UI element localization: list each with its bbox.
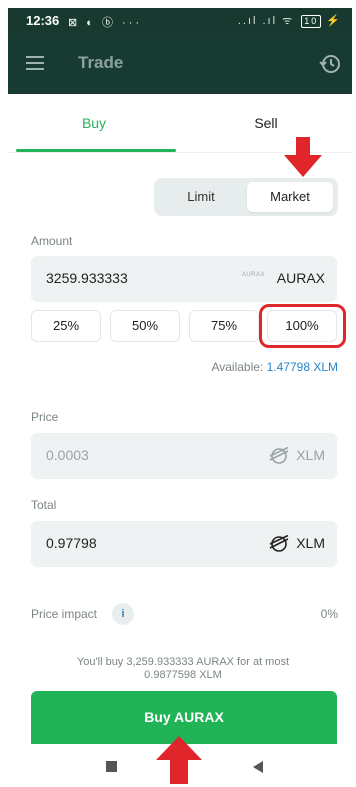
screenshot-frame: 12:36 ⊠ ◐ ⓑ ··· ..ıl .ıl ᯤ 10 ⚡ Trade Bu… — [0, 0, 356, 787]
status-bar: 12:36 ⊠ ◐ ⓑ ··· ..ıl .ıl ᯤ 10 ⚡ — [8, 8, 352, 34]
percent-75-button[interactable]: 75% — [189, 310, 259, 342]
total-unit: XLM — [296, 535, 325, 551]
trade-panel: Buy Sell Limit Market Amount 3259.933333… — [8, 94, 352, 744]
price-value: 0.0003 — [46, 447, 89, 463]
amount-label: Amount — [31, 234, 73, 248]
price-field: 0.0003 XLM — [31, 433, 337, 479]
annotation-arrow-up-icon — [156, 736, 202, 784]
annotation-arrow-down-icon — [284, 137, 322, 177]
recents-icon[interactable] — [106, 761, 117, 772]
percent-50-button[interactable]: 50% — [110, 310, 180, 342]
total-label: Total — [31, 498, 57, 512]
tab-sell[interactable]: Sell — [180, 94, 352, 152]
available-value: 1.47798 XLM — [266, 360, 338, 374]
stellar-icon — [269, 447, 289, 464]
available-balance: Available: 1.47798 XLM — [211, 360, 338, 374]
market-button[interactable]: Market — [247, 182, 333, 212]
total-field[interactable]: 0.97798 XLM — [31, 521, 337, 567]
amount-unit: AURAX — [276, 270, 325, 286]
app-header: Trade — [8, 34, 352, 94]
annotation-highlight — [259, 304, 346, 348]
amount-field[interactable]: 3259.933333 AURAX AURAX — [31, 256, 337, 302]
summary-line-2: 0.9877598 XLM — [144, 669, 222, 681]
hamburger-icon[interactable] — [26, 56, 44, 70]
price-impact-label: Price impact — [31, 607, 98, 621]
order-summary: You'll buy 3,259.933333 AURAX for at mos… — [48, 656, 318, 682]
limit-button[interactable]: Limit — [158, 182, 244, 212]
history-icon[interactable] — [318, 52, 342, 76]
tab-buy[interactable]: Buy — [8, 94, 180, 152]
order-type-toggle: Limit Market — [154, 178, 338, 216]
page-title: Trade — [78, 53, 124, 72]
signal-wifi-icons: ..ıl .ıl ᯤ — [237, 15, 295, 27]
charging-icon: ⚡ — [326, 15, 342, 27]
battery-icon: 10 — [301, 15, 322, 28]
price-impact-value: 0% — [320, 607, 338, 621]
available-label: Available: — [211, 360, 264, 374]
price-unit: XLM — [296, 447, 325, 463]
total-value[interactable]: 0.97798 — [46, 535, 97, 551]
aurax-logo-icon: AURAX — [241, 272, 265, 278]
percent-25-button[interactable]: 25% — [31, 310, 101, 342]
status-time: 12:36 — [26, 13, 60, 28]
info-icon[interactable]: i — [112, 603, 134, 625]
amount-value[interactable]: 3259.933333 — [46, 270, 128, 286]
price-label: Price — [31, 410, 59, 424]
summary-line-1: You'll buy 3,259.933333 AURAX for at mos… — [76, 656, 290, 668]
back-icon[interactable] — [253, 761, 263, 773]
stellar-icon — [269, 535, 289, 552]
notification-icons: ⊠ ◐ ⓑ ··· — [68, 17, 143, 29]
signal-icons: ..ıl .ıl ᯤ 10 ⚡ — [238, 13, 342, 28]
